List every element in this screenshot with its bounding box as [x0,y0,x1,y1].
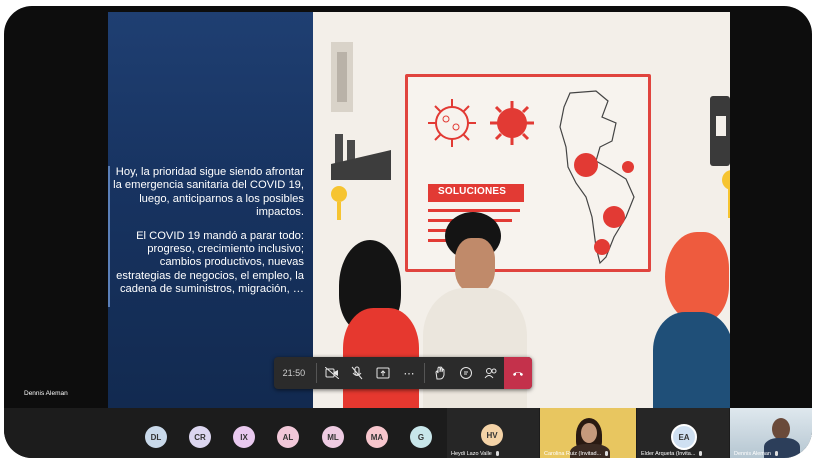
mic-off-icon [495,451,499,457]
avatar-initials: EA [678,432,690,442]
participant-name: Dennis Aleman [734,451,778,457]
americas-map-icon [559,90,635,265]
person-hair [665,232,729,322]
meeting-toolbar: 21:50 ⋯ [274,357,533,389]
participant-name-text: Carolina Ruiz (Invitad... [544,451,602,457]
avatar-initials: ML [327,432,339,442]
person-white-shirt [423,288,527,408]
avatar-initials: DL [150,432,162,442]
participant-video-tile[interactable]: Dennis Aleman [730,408,812,458]
slide-illustration: SOLUCIONES [313,12,730,408]
lightbulb-icon [331,186,347,220]
toolbar-divider [423,363,425,383]
participant-video-tile[interactable]: Carolina Ruiz (Invitad... [540,408,636,458]
avatar-initials: MA [370,432,384,442]
participant-name: Elder Arqueta (Invita... [641,451,703,457]
raise-hand-icon[interactable] [427,357,453,389]
phone-device-icon [710,96,730,166]
participant-avatar[interactable]: ML [322,426,344,448]
chat-icon[interactable] [453,357,479,389]
participant-name-text: Dennis Aleman [734,451,771,457]
share-screen-icon[interactable] [370,357,396,389]
slide-text: Hoy, la prioridad sigue siendo afrontar … [108,166,308,307]
participant-tile[interactable]: HV Heydi Lazo Valle [447,408,539,458]
mic-off-icon[interactable] [344,357,370,389]
participant-avatar[interactable]: MA [366,426,388,448]
avatar-initials: CR [194,432,206,442]
mic-off-icon [605,451,609,457]
slide-paragraph-1: Hoy, la prioridad sigue siendo afrontar … [113,166,304,219]
participants-icon[interactable] [478,357,504,389]
factory-icon [331,134,391,180]
meeting-window: Hoy, la prioridad sigue siendo afrontar … [4,6,812,458]
slide-paragraph-2: El COVID 19 mandó a parar todo: progreso… [116,229,304,296]
participant-name-text: Heydi Lazo Valle [451,451,492,457]
participant-name: Heydi Lazo Valle [451,451,499,457]
participant-avatar: EA [671,424,697,450]
mic-off-icon [775,451,778,457]
virus-icon [490,101,534,145]
mic-off-icon [699,451,703,457]
person-face [455,238,495,292]
lightbulb-icon [722,170,730,218]
virus-icon [428,99,476,147]
avatar-initials: IX [240,432,248,442]
solutions-title: SOLUCIONES [438,186,507,197]
solutions-board: SOLUCIONES [405,74,651,272]
participant-face [772,418,790,440]
presenter-name: Dennis Aleman [24,390,68,397]
participant-avatar: HV [481,424,503,446]
participant-face [581,423,597,443]
participant-name: Carolina Ruiz (Invitad... [544,451,609,457]
hang-up-button[interactable] [504,357,533,389]
participant-avatar[interactable]: G [410,426,432,448]
camera-off-icon[interactable] [319,357,345,389]
participant-tile[interactable]: EA Elder Arqueta (Invita... [637,408,729,458]
participant-avatar[interactable]: AL [277,426,299,448]
meeting-timer: 21:50 [282,368,306,378]
avatar-initials: HV [486,430,498,440]
avatar-initials: G [417,432,425,442]
participant-avatar[interactable]: DL [145,426,167,448]
slide-text-panel: Hoy, la prioridad sigue siendo afrontar … [108,12,313,408]
person-blue-shirt [653,312,730,408]
building-icon [331,42,353,112]
avatar-initials: AL [282,432,294,442]
participant-avatar[interactable]: IX [233,426,255,448]
participant-name-text: Elder Arqueta (Invita... [641,451,696,457]
more-icon[interactable]: ⋯ [396,357,422,389]
shared-screen: Hoy, la prioridad sigue siendo afrontar … [108,12,730,408]
participant-avatar[interactable]: CR [189,426,211,448]
toolbar-divider [315,363,317,383]
